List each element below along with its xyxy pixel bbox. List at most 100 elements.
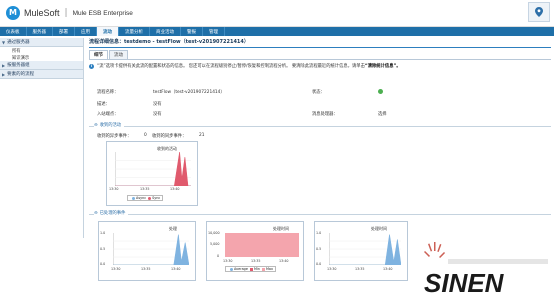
chart-title: 处理时间 — [273, 226, 289, 231]
x-tick: 13:35 — [140, 187, 150, 191]
x-tick: 13:30 — [223, 259, 233, 263]
main-nav: 仪表板 服务器 部署 应用 流动 流量分析 商业活动 警报 管理 — [0, 27, 554, 36]
collapse-chevron-icon: ⊖ — [94, 210, 98, 216]
svg-text:SINEN: SINEN — [424, 268, 505, 298]
x-tick: 13:35 — [141, 267, 151, 271]
processed-events-section[interactable]: ⊖ 已处理的事件 — [94, 210, 129, 216]
tab-details[interactable]: 细节 — [89, 50, 108, 59]
processing-time-chart: 处理时间 10,000 5,000 0 13:30 13:35 13:40 Av… — [206, 221, 304, 281]
clear-stats-link[interactable]: “清除统计信息”。 — [365, 63, 401, 69]
section-divider — [89, 214, 551, 215]
received-events-plot — [115, 152, 191, 186]
nav-item-2[interactable]: 部署 — [53, 27, 75, 36]
x-tick: 13:40 — [383, 267, 393, 271]
sync-events-value: 21 — [199, 133, 205, 138]
sidebar-group-flows[interactable]: ▶ 要素的的流程 — [0, 70, 83, 79]
nav-item-7[interactable]: 警报 — [181, 27, 203, 36]
min-legend-marker — [249, 267, 253, 271]
flow-name-value: testFlow（test-v201907221414） — [153, 90, 225, 95]
app-header: M MuleSoft | Mule ESB Enterprise — [0, 0, 554, 27]
brand-separator: | — [64, 8, 68, 18]
description-label: 描述： — [97, 102, 110, 107]
tab-flow[interactable]: 流动 — [109, 50, 128, 59]
x-tick: 13:40 — [170, 187, 180, 191]
location-pin-icon — [535, 7, 543, 17]
location-button[interactable] — [528, 2, 550, 22]
processing-time-plot — [225, 233, 299, 257]
chart-title: 处理 — [169, 226, 177, 231]
y-tick: 1.0 — [100, 231, 106, 235]
legend-min: Min — [253, 267, 260, 271]
info-message: i “流”选项卡提供有关此流的配置和状态的信息。 您还可以在流程级别停止/暂停/… — [89, 63, 551, 69]
nav-item-6[interactable]: 商业活动 — [150, 27, 181, 36]
processed-plot — [113, 233, 189, 265]
tab-divider — [89, 59, 551, 60]
description-value: 没有 — [153, 102, 162, 107]
legend-max: Max — [265, 267, 273, 271]
brand-name: MuleSoft — [24, 8, 60, 18]
y-tick: 0.0 — [100, 262, 106, 266]
sync-events-label: 收到的同步事件： — [152, 134, 187, 139]
x-tick: 13:30 — [109, 187, 119, 191]
chart-title: 处理时间 — [371, 226, 387, 231]
processing-time-chart-2: 处理时间 1.0 0.5 0.0 13:30 13:35 13:40 — [314, 221, 408, 281]
x-tick: 13:40 — [279, 259, 289, 263]
x-tick: 13:40 — [171, 267, 181, 271]
y-tick: 0.0 — [316, 262, 322, 266]
series-area-0 — [113, 234, 189, 265]
sinen-watermark-logo: SINEN — [424, 242, 548, 298]
sync-legend-marker — [148, 196, 152, 200]
average-legend-marker — [230, 267, 233, 271]
status-label: 状态： — [312, 90, 325, 95]
chart-legend: Async Sync — [127, 195, 164, 201]
sidebar: ▼ 通过服务器 所有 知识演示 ▶ 按服务器组 ▶ 要素的的流程 — [0, 38, 84, 238]
y-tick: 5,000 — [210, 242, 220, 246]
brand-logo[interactable]: M MuleSoft | Mule ESB Enterprise — [6, 6, 133, 20]
expand-triangle-icon: ▶ — [2, 71, 6, 77]
info-text: “流”选项卡提供有关此流的配置和状态的信息。 您还可以在流程级别停止/暂停/恢复… — [97, 64, 365, 69]
inbound-endpoint-label: 入站端点： — [97, 112, 119, 117]
chart-legend: Average Min Max — [225, 266, 276, 272]
x-tick: 13:30 — [111, 267, 121, 271]
nav-item-1[interactable]: 服务器 — [27, 27, 53, 36]
processing-time-plot-2 — [329, 233, 401, 265]
received-events-chart: 收到的活动 13:30 13:35 13:40 Async Sync — [106, 141, 198, 206]
processed-chart: 处理 1.0 0.5 0.0 13:30 13:35 13:40 — [98, 221, 196, 281]
detail-tabs: 细节 流动 — [89, 50, 551, 59]
x-tick: 13:35 — [355, 267, 365, 271]
y-tick: 0.5 — [100, 247, 106, 251]
flow-name-label: 流程名称： — [97, 90, 119, 95]
x-tick: 13:35 — [251, 259, 261, 263]
inbound-endpoint-value: 没有 — [153, 112, 162, 117]
section-divider — [89, 126, 551, 127]
sidebar-item-all[interactable]: 所有 — [0, 47, 83, 54]
title-underline — [89, 47, 551, 48]
series-area-max — [225, 233, 299, 257]
nav-item-4[interactable]: 流动 — [97, 27, 119, 36]
x-tick: 13:30 — [327, 267, 337, 271]
async-legend-marker — [132, 196, 135, 200]
series-area-0 — [329, 234, 401, 265]
page-title: 流程详细信息：testdemo - testFlow（test-v2019072… — [89, 39, 249, 45]
sidebar-group-by-server[interactable]: ▼ 通过服务器 — [0, 38, 83, 47]
sidebar-group-by-server-group[interactable]: ▶ 按服务器组 — [0, 61, 83, 70]
received-events-section[interactable]: ⊖ 收到的活动 — [94, 122, 125, 128]
legend-async: Async — [136, 196, 147, 200]
sidebar-item-demo[interactable]: 知识演示 — [0, 54, 83, 61]
info-icon: i — [89, 63, 94, 69]
y-tick: 0.5 — [316, 247, 322, 251]
nav-item-3[interactable]: 应用 — [75, 27, 97, 36]
collapse-chevron-icon: ⊖ — [94, 122, 98, 128]
mulesoft-logo-icon: M — [6, 6, 20, 20]
collapse-triangle-icon: ▼ — [2, 39, 6, 45]
nav-item-5[interactable]: 流量分析 — [119, 27, 150, 36]
nav-item-0[interactable]: 仪表板 — [0, 27, 27, 36]
product-name: Mule ESB Enterprise — [72, 9, 133, 17]
y-tick: 1.0 — [316, 231, 322, 235]
y-tick: 10,000 — [208, 231, 220, 235]
nav-item-8[interactable]: 管理 — [203, 27, 225, 36]
max-legend-marker — [261, 267, 265, 271]
main-content: 流程详细信息：testdemo - testFlow（test-v2019072… — [89, 39, 551, 69]
watermark: SINEN — [420, 240, 550, 302]
async-events-value: 0 — [144, 133, 147, 138]
